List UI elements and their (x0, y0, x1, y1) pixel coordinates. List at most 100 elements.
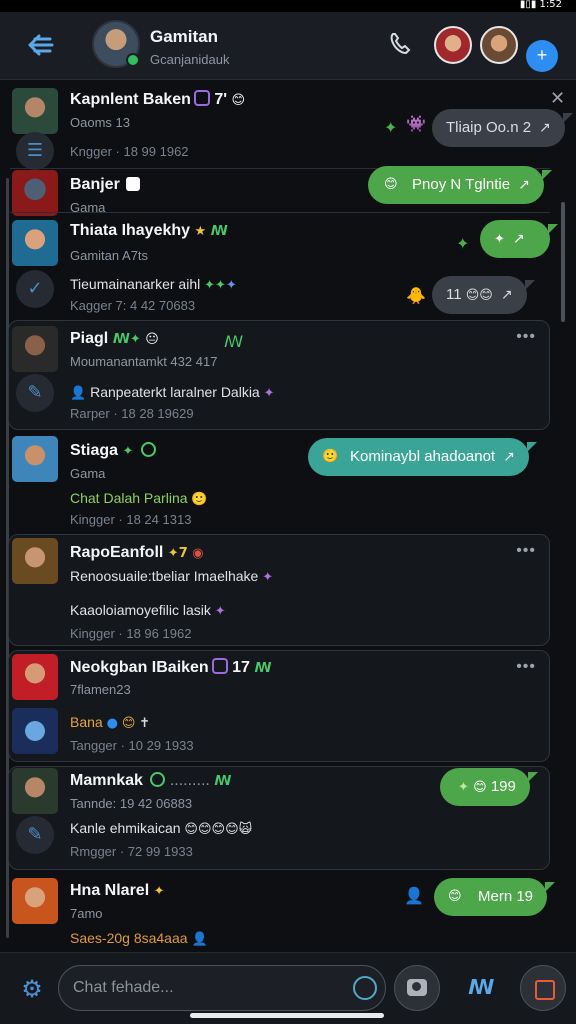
emoji-icon: 😊 (448, 889, 462, 904)
edit-icon[interactable]: ✎ (16, 374, 54, 412)
last-message-secondary: Kaaoloiamoyefilic lasik ✦ (70, 602, 226, 619)
avatar (12, 538, 58, 584)
sparkle-icon: ✦7 (167, 546, 188, 561)
contact-name: Hna Nlarel ✦ (70, 882, 165, 899)
avatar (12, 708, 58, 754)
sparkle-icon: ✦ (214, 604, 226, 619)
avatar (12, 654, 58, 700)
timestamp: Rmgger · 72 99 1933 (70, 844, 193, 859)
home-indicator[interactable] (190, 1013, 384, 1018)
contact-subtitle: Gamitan A7ts (70, 248, 149, 263)
avatar (12, 88, 58, 134)
contact-subtitle: Oaoms 13 (70, 115, 130, 130)
more-options-icon[interactable]: ••• (516, 658, 536, 676)
emoji-icon[interactable] (353, 976, 377, 1000)
edit-icon[interactable]: ✎ (16, 816, 54, 854)
more-options-icon[interactable]: ••• (516, 542, 536, 560)
scrollbar[interactable] (561, 202, 565, 322)
sparkle-icon: ✦ (262, 570, 274, 585)
message-bubble[interactable]: 😊 Pnoy N Tglntie ↗ (368, 166, 552, 204)
avatar (12, 170, 58, 216)
contact-name: RapoEanfoll ✦7 ◉ (70, 544, 204, 561)
emoji-icon: 😊 (473, 780, 487, 795)
more-options-icon[interactable]: ••• (516, 328, 536, 346)
message-bubble[interactable]: 11 😊😊 ↗ (432, 276, 535, 314)
avatar (12, 326, 58, 372)
online-status-dot (126, 53, 140, 67)
emoji-icon: 😊 (384, 177, 398, 192)
globe-icon: ● (106, 716, 118, 731)
star-icon: ★ (194, 224, 207, 239)
timestamp: Rarper · 18 28 19629 (70, 406, 194, 421)
close-icon[interactable]: ✕ (550, 88, 565, 109)
message-bubble[interactable]: ✦ 😊 199 (440, 768, 538, 806)
verified-badge-icon (140, 442, 156, 457)
contact-subtitle: 7flamen23 (70, 682, 131, 697)
status-bar: ▮▯▮ 1:52 (0, 0, 576, 12)
emoji-icon: 😐 (145, 332, 159, 347)
sparkle-icon: ✦✦ (204, 278, 226, 293)
sparkle-icon: ✦ (263, 386, 275, 401)
contact-name: Piagl ꟿ✦ 😐 (70, 330, 159, 347)
last-message: Kanle ehmikaican 😊😊😊😊🙀 (70, 820, 253, 837)
message-bubble[interactable]: 🙂 Kominaybl ahadoanot ↗ (308, 438, 537, 476)
divider (10, 212, 550, 213)
chat-title: Gamitan (150, 27, 219, 46)
message-bubble[interactable]: Tliaip Oo.n 2 ↗ (432, 109, 573, 147)
check-icon[interactable]: ✓ (16, 270, 54, 308)
participant-avatar[interactable] (434, 26, 472, 64)
timestamp: Kagger 7: 4 42 70683 (70, 298, 196, 313)
message-bubble[interactable]: 😊 Mern 19 (434, 878, 556, 916)
sticker-icon[interactable]: ꟿ (468, 975, 495, 1001)
timestamp: Tangger · 10 29 1933 (70, 738, 194, 753)
record-icon[interactable] (520, 965, 566, 1011)
menu-icon[interactable]: ☰ (16, 132, 54, 170)
message-input[interactable] (73, 966, 343, 1010)
sparkle-icon: ꟿ (254, 661, 272, 676)
last-message: Chat Dalah Parlina 🙂 (70, 490, 208, 507)
back-arrow-icon[interactable] (24, 28, 58, 62)
timestamp: Kingger · 18 24 1313 (70, 512, 192, 527)
status-icon: ◉ (192, 546, 204, 561)
avatar-sticker-icon: 👾 (406, 114, 426, 133)
emoji-icon: 😊 (121, 716, 136, 731)
sparkle-icon: ꟿ✦ (112, 332, 141, 347)
verified-badge-icon (150, 772, 166, 787)
premium-badge-icon (211, 658, 228, 674)
leaf-icon: ✦ (456, 234, 470, 253)
avatar (12, 436, 58, 482)
avatar-sticker-icon: 👤 (191, 932, 208, 947)
emoji-icon: 🙂 (191, 492, 208, 507)
camera-icon[interactable] (394, 965, 440, 1011)
contact-name: Thiata Ihayekhy ★ ꟿ (70, 222, 228, 239)
timestamp: Kngger · 18 99 1962 (70, 144, 189, 159)
last-message: Renoosuaile:tbeliar Imaelhake ✦ (70, 568, 274, 585)
last-message: Bana ● 😊 ✝ (70, 714, 151, 731)
sparkle-icon: ✦ (122, 444, 134, 459)
emoji-icon: 😊😊 (465, 288, 493, 303)
premium-badge-icon (193, 90, 210, 106)
contact-avatar[interactable] (92, 20, 140, 68)
leaf-icon: ✦ (458, 780, 469, 795)
message-bubble[interactable]: ✦ ↗ (480, 220, 558, 258)
sparkle-icon: ꟿ (210, 224, 228, 239)
sparkle-icon: ✦ (153, 884, 165, 899)
last-message: Saes-20g 8sa4aaa 👤 (70, 930, 208, 947)
timestamp: Kingger · 18 96 1962 (70, 626, 192, 641)
sparkle-icon: ✦ (225, 278, 237, 293)
contact-name: Banjer (70, 176, 140, 194)
contact-subtitle: Tannde: 19 42 06883 (70, 796, 193, 811)
participant-avatar[interactable] (480, 26, 518, 64)
gear-icon[interactable]: ⚙ (18, 975, 46, 1003)
verified-badge-icon (125, 177, 140, 191)
phone-icon[interactable] (386, 30, 414, 58)
last-message: 👤 Ranpeaterkt laralner Dalkia ✦ (70, 384, 275, 401)
leaf-icon: ✦ (494, 232, 505, 247)
plus-icon[interactable]: + (526, 40, 558, 72)
contact-subtitle: 7amo (70, 906, 103, 921)
contact-name: Stiaga ✦ (70, 442, 156, 460)
avatar (12, 768, 58, 814)
last-message: Tieumainanarker aihl ✦✦✦ (70, 276, 237, 293)
sparkle-icon: ꟿ (214, 774, 232, 789)
sticker-icon: 🐥 (406, 286, 426, 305)
